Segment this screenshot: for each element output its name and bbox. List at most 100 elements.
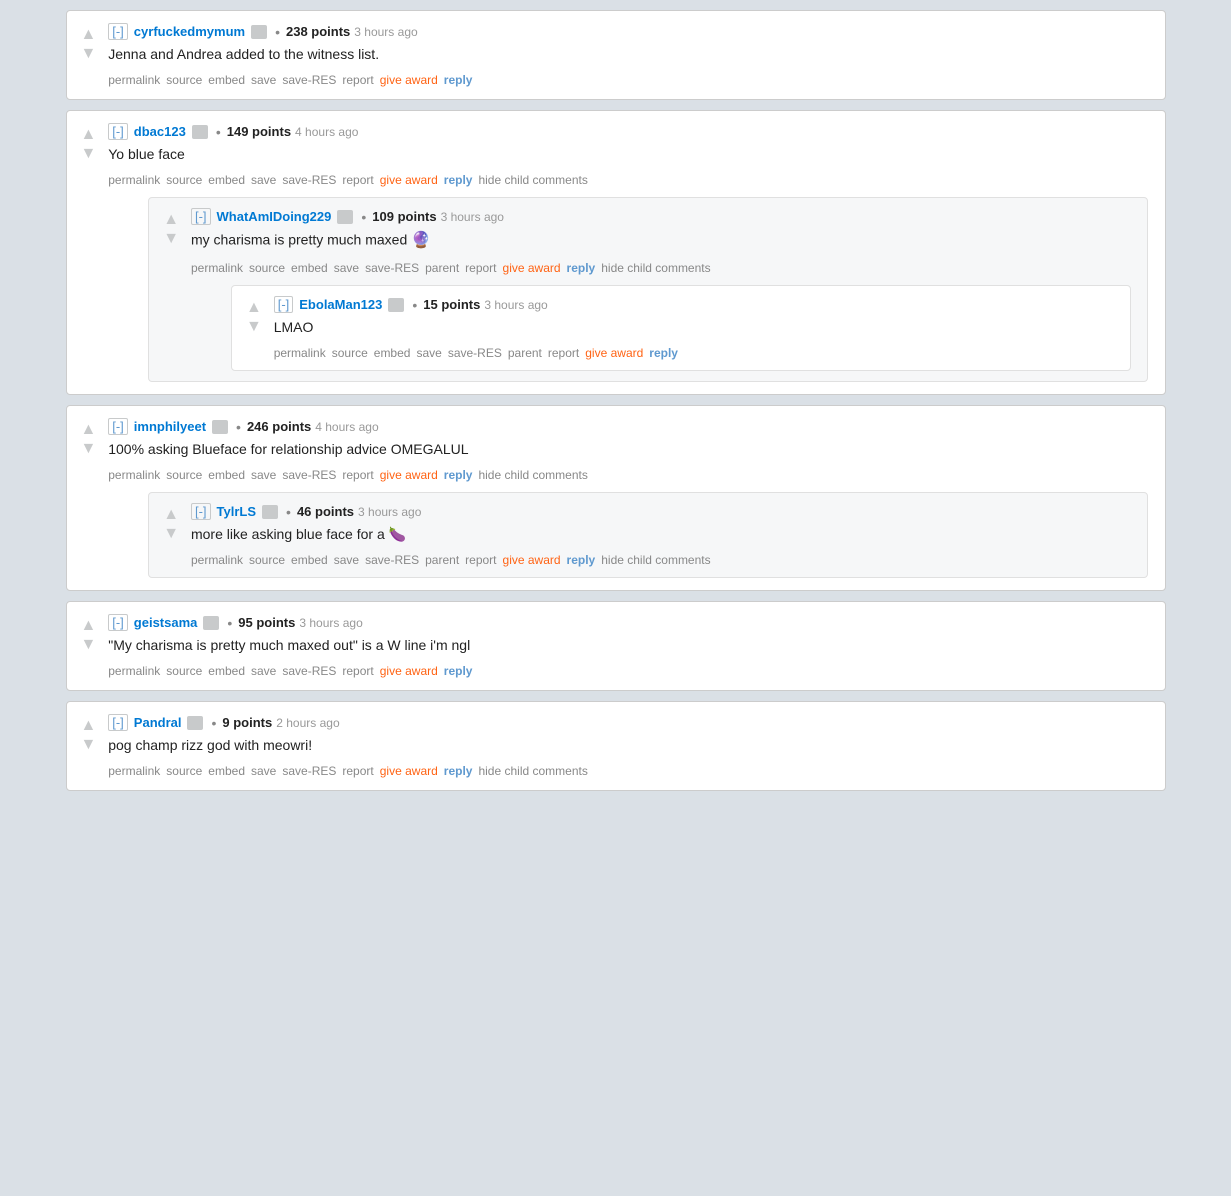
- collapse-button[interactable]: [-]: [108, 714, 128, 731]
- embed-link[interactable]: embed: [208, 764, 245, 778]
- downvote-arrow[interactable]: ▼: [81, 144, 97, 163]
- reply-link[interactable]: reply: [444, 664, 473, 678]
- reply-link[interactable]: reply: [444, 468, 473, 482]
- save-res-link[interactable]: save-RES: [365, 553, 419, 567]
- reply-link[interactable]: reply: [444, 764, 473, 778]
- permalink-link[interactable]: permalink: [108, 664, 160, 678]
- upvote-arrow[interactable]: ▲: [163, 505, 179, 524]
- collapse-button[interactable]: [-]: [108, 418, 128, 435]
- save-link[interactable]: save: [251, 764, 276, 778]
- source-link[interactable]: source: [166, 173, 202, 187]
- give-award-link[interactable]: give award: [380, 73, 438, 87]
- source-link[interactable]: source: [166, 468, 202, 482]
- downvote-arrow[interactable]: ▼: [163, 229, 179, 248]
- report-link[interactable]: report: [342, 173, 373, 187]
- hide-child-link[interactable]: hide child comments: [478, 468, 587, 482]
- hide-child-link[interactable]: hide child comments: [601, 261, 710, 275]
- save-link[interactable]: save: [251, 468, 276, 482]
- source-link[interactable]: source: [249, 261, 285, 275]
- downvote-arrow[interactable]: ▼: [81, 439, 97, 458]
- downvote-arrow[interactable]: ▼: [246, 317, 262, 336]
- collapse-button[interactable]: [-]: [274, 296, 294, 313]
- save-res-link[interactable]: save-RES: [282, 764, 336, 778]
- upvote-arrow[interactable]: ▲: [81, 616, 97, 635]
- upvote-arrow[interactable]: ▲: [163, 210, 179, 229]
- username[interactable]: dbac123: [134, 124, 186, 139]
- reply-link[interactable]: reply: [649, 346, 678, 360]
- reply-link[interactable]: reply: [567, 261, 596, 275]
- embed-link[interactable]: embed: [291, 261, 328, 275]
- save-link[interactable]: save: [334, 261, 359, 275]
- hide-child-link[interactable]: hide child comments: [478, 764, 587, 778]
- username[interactable]: Pandral: [134, 715, 182, 730]
- collapse-button[interactable]: [-]: [191, 208, 211, 225]
- report-link[interactable]: report: [465, 553, 496, 567]
- parent-link[interactable]: parent: [425, 261, 459, 275]
- give-award-link[interactable]: give award: [380, 468, 438, 482]
- save-res-link[interactable]: save-RES: [448, 346, 502, 360]
- give-award-link[interactable]: give award: [380, 664, 438, 678]
- downvote-arrow[interactable]: ▼: [81, 44, 97, 63]
- permalink-link[interactable]: permalink: [274, 346, 326, 360]
- give-award-link[interactable]: give award: [585, 346, 643, 360]
- report-link[interactable]: report: [342, 73, 373, 87]
- report-link[interactable]: report: [342, 764, 373, 778]
- permalink-link[interactable]: permalink: [191, 553, 243, 567]
- embed-link[interactable]: embed: [208, 468, 245, 482]
- source-link[interactable]: source: [332, 346, 368, 360]
- username[interactable]: TylrLS: [217, 504, 257, 519]
- username[interactable]: WhatAmIDoing229: [217, 209, 332, 224]
- save-link[interactable]: save: [334, 553, 359, 567]
- collapse-button[interactable]: [-]: [108, 23, 128, 40]
- upvote-arrow[interactable]: ▲: [81, 25, 97, 44]
- permalink-link[interactable]: permalink: [108, 173, 160, 187]
- save-link[interactable]: save: [251, 73, 276, 87]
- permalink-link[interactable]: permalink: [108, 73, 160, 87]
- reply-link[interactable]: reply: [444, 73, 473, 87]
- report-link[interactable]: report: [342, 468, 373, 482]
- save-res-link[interactable]: save-RES: [282, 73, 336, 87]
- embed-link[interactable]: embed: [208, 664, 245, 678]
- username[interactable]: geistsama: [134, 615, 198, 630]
- collapse-button[interactable]: [-]: [108, 614, 128, 631]
- save-res-link[interactable]: save-RES: [282, 664, 336, 678]
- parent-link[interactable]: parent: [508, 346, 542, 360]
- username[interactable]: EbolaMan123: [299, 297, 382, 312]
- save-link[interactable]: save: [251, 173, 276, 187]
- report-link[interactable]: report: [548, 346, 579, 360]
- report-link[interactable]: report: [465, 261, 496, 275]
- save-res-link[interactable]: save-RES: [282, 468, 336, 482]
- embed-link[interactable]: embed: [374, 346, 411, 360]
- save-res-link[interactable]: save-RES: [282, 173, 336, 187]
- save-link[interactable]: save: [251, 664, 276, 678]
- upvote-arrow[interactable]: ▲: [246, 298, 262, 317]
- parent-link[interactable]: parent: [425, 553, 459, 567]
- permalink-link[interactable]: permalink: [191, 261, 243, 275]
- give-award-link[interactable]: give award: [503, 261, 561, 275]
- hide-child-link[interactable]: hide child comments: [601, 553, 710, 567]
- source-link[interactable]: source: [166, 73, 202, 87]
- save-res-link[interactable]: save-RES: [365, 261, 419, 275]
- source-link[interactable]: source: [166, 764, 202, 778]
- save-link[interactable]: save: [416, 346, 441, 360]
- downvote-arrow[interactable]: ▼: [81, 635, 97, 654]
- give-award-link[interactable]: give award: [380, 764, 438, 778]
- downvote-arrow[interactable]: ▼: [163, 524, 179, 543]
- source-link[interactable]: source: [166, 664, 202, 678]
- reply-link[interactable]: reply: [444, 173, 473, 187]
- embed-link[interactable]: embed: [208, 73, 245, 87]
- username[interactable]: imnphilyeet: [134, 419, 206, 434]
- reply-link[interactable]: reply: [567, 553, 596, 567]
- collapse-button[interactable]: [-]: [191, 503, 211, 520]
- downvote-arrow[interactable]: ▼: [81, 735, 97, 754]
- username[interactable]: cyrfuckedmymum: [134, 24, 245, 39]
- embed-link[interactable]: embed: [208, 173, 245, 187]
- upvote-arrow[interactable]: ▲: [81, 716, 97, 735]
- hide-child-link[interactable]: hide child comments: [478, 173, 587, 187]
- upvote-arrow[interactable]: ▲: [81, 420, 97, 439]
- collapse-button[interactable]: [-]: [108, 123, 128, 140]
- permalink-link[interactable]: permalink: [108, 764, 160, 778]
- embed-link[interactable]: embed: [291, 553, 328, 567]
- upvote-arrow[interactable]: ▲: [81, 125, 97, 144]
- report-link[interactable]: report: [342, 664, 373, 678]
